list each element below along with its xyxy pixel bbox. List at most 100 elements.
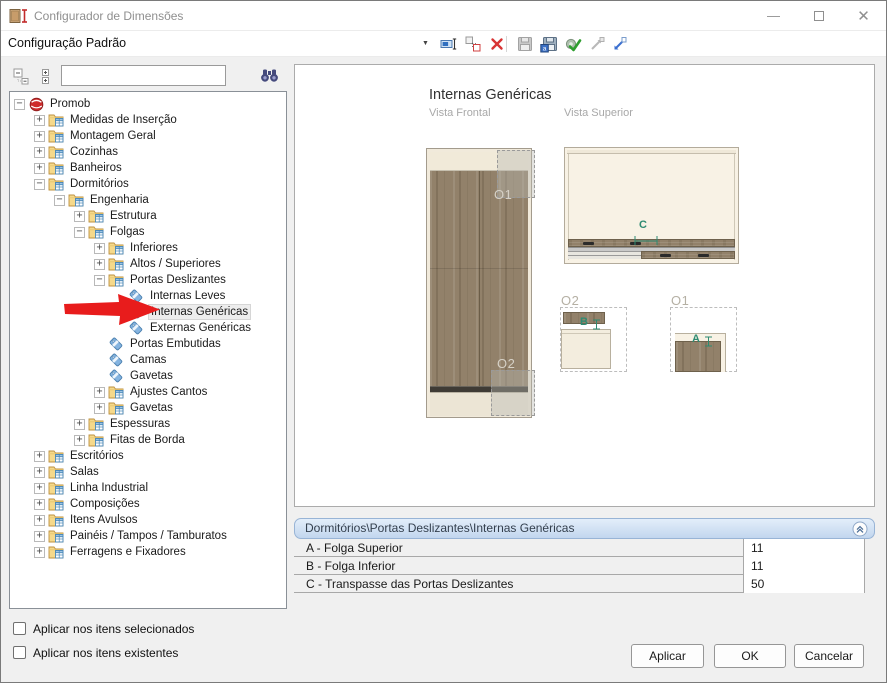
tree-item[interactable]: Internas Genéricas	[10, 304, 286, 320]
tree-item[interactable]: + Medidas de Inserção	[10, 112, 286, 128]
tree-expander-icon[interactable]: +	[34, 515, 45, 526]
tree-expander-icon[interactable]: +	[34, 547, 45, 558]
door-handle	[698, 254, 709, 257]
config-selector[interactable]: Configuração Padrão ▼	[1, 31, 437, 56]
tree-item[interactable]: + Espessuras	[10, 416, 286, 432]
tree-item[interactable]: + Escritórios	[10, 448, 286, 464]
tree-item[interactable]: + Montagem Geral	[10, 128, 286, 144]
preview-panel: Internas Genéricas Vista Frontal Vista S…	[294, 64, 875, 507]
property-value-cell[interactable]: 11	[743, 539, 865, 557]
tree-item[interactable]: + Ajustes Cantos	[10, 384, 286, 400]
tree-item[interactable]: + Fitas de Borda	[10, 432, 286, 448]
tree-expander-icon[interactable]: +	[34, 531, 45, 542]
tree-item[interactable]: + Composições	[10, 496, 286, 512]
tree-expander-icon[interactable]: +	[74, 211, 85, 222]
collapse-chevron-button[interactable]	[852, 521, 868, 537]
tree-item[interactable]: − Folgas	[10, 224, 286, 240]
tree-item[interactable]: Gavetas	[10, 368, 286, 384]
property-value-cell[interactable]: 11	[743, 557, 865, 575]
tree-item[interactable]: + Salas	[10, 464, 286, 480]
tree-expander-icon[interactable]: +	[74, 435, 85, 446]
tree-item[interactable]: + Cozinhas	[10, 144, 286, 160]
tree-expander-icon[interactable]: −	[94, 275, 105, 286]
search-binoculars-button[interactable]	[255, 64, 283, 86]
collapse-all-button[interactable]	[11, 66, 31, 86]
tree-expander-icon[interactable]: +	[94, 387, 105, 398]
tree-expander-icon[interactable]: −	[74, 227, 85, 238]
expand-all-button[interactable]	[35, 66, 55, 86]
apply-check-button[interactable]	[563, 34, 583, 54]
config-tree: − Promob + Medidas de Inserção + Montage…	[9, 91, 287, 609]
tag-icon	[108, 337, 124, 352]
tree-item[interactable]: + Painéis / Tampos / Tamburatos	[10, 528, 286, 544]
folder-icon	[108, 257, 124, 272]
tree-item[interactable]: − Dormitórios	[10, 176, 286, 192]
save-button[interactable]	[515, 34, 535, 54]
tree-expander-icon[interactable]: +	[34, 483, 45, 494]
tree-item[interactable]: + Ferragens e Fixadores	[10, 544, 286, 560]
toolbar-separator	[506, 36, 507, 52]
tree-item-label: Engenharia	[88, 193, 151, 207]
o2-detail-label: O2	[561, 293, 579, 308]
tree-item-label: Altos / Superiores	[128, 257, 223, 271]
tree-expander-icon[interactable]: +	[74, 419, 85, 430]
tree-item[interactable]: + Itens Avulsos	[10, 512, 286, 528]
tree-item[interactable]: + Linha Industrial	[10, 480, 286, 496]
ok-button[interactable]: OK	[714, 644, 786, 668]
maximize-button[interactable]	[796, 1, 841, 30]
property-value-cell[interactable]: 50	[743, 575, 865, 593]
tree-item-label: Escritórios	[68, 449, 126, 463]
search-input[interactable]	[61, 65, 226, 86]
rename-config-button[interactable]	[439, 34, 459, 54]
tree-expander-icon[interactable]: +	[34, 147, 45, 158]
tree-item[interactable]: − Engenharia	[10, 192, 286, 208]
tree-item[interactable]: − Promob	[10, 96, 286, 112]
save-database-button[interactable]: a	[539, 34, 559, 54]
tree-item[interactable]: + Estrutura	[10, 208, 286, 224]
tree-expander-icon[interactable]: +	[34, 451, 45, 462]
tree-item-label: Composições	[68, 497, 142, 511]
tree-expander-icon[interactable]: +	[94, 259, 105, 270]
link-export-icon[interactable]	[587, 34, 607, 54]
tree-expander-icon[interactable]: −	[14, 99, 25, 110]
folder-icon	[48, 481, 64, 496]
tree-expander-icon[interactable]: +	[34, 115, 45, 126]
apply-existing-checkbox[interactable]	[13, 646, 26, 659]
minimize-button[interactable]: —	[751, 1, 796, 30]
tree-expander-icon[interactable]: +	[34, 499, 45, 510]
tree-item[interactable]: Camas	[10, 352, 286, 368]
close-button[interactable]: ✕	[841, 1, 886, 30]
title-bar[interactable]: Configurador de Dimensões — ✕	[1, 1, 886, 31]
tree-expander-icon[interactable]: +	[94, 403, 105, 414]
tree-item[interactable]: + Banheiros	[10, 160, 286, 176]
tree-expander-icon[interactable]: −	[54, 195, 65, 206]
apply-selected-checkbox[interactable]	[13, 622, 26, 635]
link-import-button[interactable]	[609, 34, 629, 54]
cancel-button[interactable]: Cancelar	[794, 644, 864, 668]
tree-item[interactable]: + Gavetas	[10, 400, 286, 416]
tree-expander-icon[interactable]: +	[34, 163, 45, 174]
tree-item-label: Externas Genéricas	[148, 321, 253, 335]
tree-item-label: Promob	[48, 97, 92, 111]
window-title: Configurador de Dimensões	[34, 9, 183, 23]
property-label: B - Folga Inferior	[306, 559, 395, 573]
copy-config-button[interactable]	[463, 34, 483, 54]
delete-config-button[interactable]	[487, 34, 507, 54]
tree-item[interactable]: + Altos / Superiores	[10, 256, 286, 272]
tree-item-label: Inferiores	[128, 241, 180, 255]
properties-header-bar[interactable]: Dormitórios\Portas Deslizantes\Internas …	[294, 518, 875, 539]
tree-item[interactable]: + Inferiores	[10, 240, 286, 256]
tree-item[interactable]: Portas Embutidas	[10, 336, 286, 352]
tree-expander-icon[interactable]: +	[34, 131, 45, 142]
folder-icon	[48, 161, 64, 176]
properties-path: Dormitórios\Portas Deslizantes\Internas …	[305, 521, 574, 535]
apply-button[interactable]: Aplicar	[631, 644, 704, 668]
config-toolbar: Configuração Padrão ▼	[1, 31, 886, 57]
tree-item[interactable]: Externas Genéricas	[10, 320, 286, 336]
folder-icon	[48, 465, 64, 480]
tree-expander-icon[interactable]: −	[34, 179, 45, 190]
tree-expander-icon[interactable]: +	[34, 467, 45, 478]
tree-item[interactable]: − Portas Deslizantes	[10, 272, 286, 288]
tree-expander-icon[interactable]: +	[94, 243, 105, 254]
tree-item[interactable]: Internas Leves	[10, 288, 286, 304]
